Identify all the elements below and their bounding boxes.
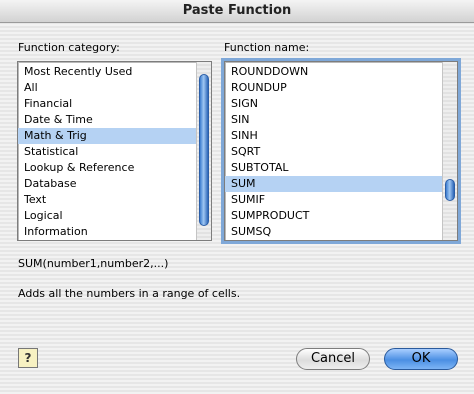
cancel-button[interactable]: Cancel	[296, 348, 370, 370]
function-list-item[interactable]: SIN	[225, 112, 443, 128]
function-list-item[interactable]: SINH	[225, 128, 443, 144]
category-list-item[interactable]: Date & Time	[18, 112, 197, 128]
category-list-item[interactable]: Most Recently Used	[18, 64, 197, 80]
function-list-item[interactable]: ROUNDUP	[225, 80, 443, 96]
function-list-item[interactable]: SUM	[225, 176, 443, 192]
function-category-list[interactable]: Most Recently Used All Financial Date & Tim…	[17, 61, 212, 241]
category-list-item[interactable]: Database	[18, 176, 197, 192]
category-list-item[interactable]: Logical	[18, 208, 197, 224]
category-scroll-thumb[interactable]	[199, 74, 209, 226]
window-title: Paste Function	[0, 0, 474, 23]
category-list-item[interactable]: Lookup & Reference	[18, 160, 197, 176]
function-scroll-thumb[interactable]	[445, 179, 455, 201]
category-list-item[interactable]: Financial	[18, 96, 197, 112]
function-scrollbar[interactable]	[442, 62, 457, 240]
function-list-item[interactable]: ROUNDDOWN	[225, 64, 443, 80]
function-list-item[interactable]: SUMPRODUCT	[225, 208, 443, 224]
category-list-item[interactable]: Math & Trig	[18, 128, 197, 144]
function-list-item[interactable]: SUBTOTAL	[225, 160, 443, 176]
function-syntax: SUM(number1,number2,...)	[18, 257, 169, 270]
function-description: Adds all the numbers in a range of cells…	[18, 287, 241, 300]
category-list-item[interactable]: All	[18, 80, 197, 96]
function-list-item[interactable]: SIGN	[225, 96, 443, 112]
function-list-item[interactable]: SQRT	[225, 144, 443, 160]
help-icon: ?	[24, 351, 32, 365]
function-list-item[interactable]: SUMSQ	[225, 224, 443, 240]
function-category-label: Function category:	[18, 41, 120, 54]
function-name-label: Function name:	[224, 41, 310, 54]
ok-button[interactable]: OK	[384, 348, 458, 370]
category-list-item[interactable]: Information	[18, 224, 197, 240]
category-scrollbar[interactable]	[196, 62, 211, 240]
help-button[interactable]: ?	[18, 348, 38, 368]
category-list-item[interactable]: Text	[18, 192, 197, 208]
function-list-item[interactable]: SUMIF	[225, 192, 443, 208]
category-list-item[interactable]: Statistical	[18, 144, 197, 160]
function-name-list[interactable]: ROUNDDOWN ROUNDUP SIGN SIN SINH SQRT SUBTOTAL S…	[224, 61, 458, 241]
